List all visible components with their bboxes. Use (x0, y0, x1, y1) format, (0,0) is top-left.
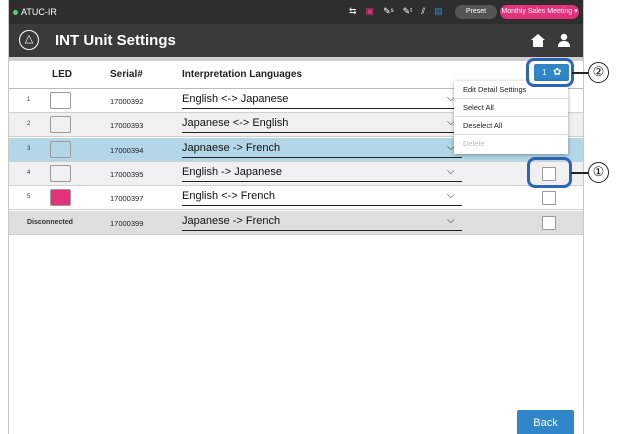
chevron-down-icon[interactable]: ⌵ (447, 190, 455, 201)
page-title: INT Unit Settings (55, 32, 176, 49)
serial-number: 17000397 (110, 194, 144, 204)
led-button[interactable] (50, 116, 71, 134)
user-icon[interactable] (557, 33, 571, 47)
title-bar: △ INT Unit Settings (9, 24, 583, 57)
language-value: English <-> French (182, 190, 275, 203)
menu-item-select-all[interactable]: Select All (454, 99, 568, 117)
led-button[interactable] (50, 92, 71, 109)
language-select[interactable]: English <-> Japanese (182, 92, 462, 109)
back-button[interactable]: Back (517, 410, 574, 434)
row-number: 1 (27, 97, 31, 103)
language-value: Japnaese -> French (182, 141, 281, 154)
row-number: 4 (27, 169, 31, 176)
language-value: Japanese <-> English (182, 117, 289, 130)
led-button[interactable] (50, 164, 71, 182)
mic-in-icon: ✎ˢ (383, 6, 394, 16)
serial-number: 17000392 (110, 97, 144, 106)
language-value: English -> Japanese (182, 165, 282, 178)
serial-column-header: Serial# (110, 69, 143, 80)
row-number: 5 (27, 194, 31, 201)
mic-record-icon: ▤ (434, 6, 443, 16)
callout-box-1 (527, 157, 572, 188)
preset-badge[interactable]: Preset (455, 5, 497, 19)
language-select[interactable]: Japnaese -> French (182, 141, 462, 158)
menu-item-delete[interactable]: Delete (454, 135, 568, 153)
callout-leader-1 (571, 172, 588, 174)
row-number: 2 (27, 121, 31, 128)
device-indicator: ATUC-IR (13, 7, 57, 17)
row-number: 3 (27, 145, 31, 152)
language-value: Japanese -> French (182, 214, 281, 227)
serial-number: 17000399 (110, 218, 144, 228)
language-value: English <-> Japanese (182, 93, 289, 105)
callout-box-2 (526, 58, 574, 87)
record-icon: ▣ (365, 6, 375, 16)
app-window: ATUC-IR ⇆ ▣ ✎ˢ ✎ᵗ ⫽ ▤ Preset Monthly Sal… (8, 0, 584, 434)
row-checkbox[interactable] (542, 191, 556, 206)
led-button[interactable] (50, 189, 71, 207)
context-menu: Edit Detail Settings Select All Deselect… (454, 81, 568, 154)
usb-icon: ⇆ (349, 6, 357, 16)
status-bar: ATUC-IR ⇆ ▣ ✎ˢ ✎ᵗ ⫽ ▤ Preset Monthly Sal… (9, 0, 583, 24)
serial-number: 17000393 (110, 121, 144, 131)
language-select[interactable]: Japanese <-> English (182, 116, 462, 134)
table-row[interactable]: Disconnected 17000399 Japanese -> French ⌵ (9, 210, 583, 235)
table-row[interactable]: 5 17000397 English <-> French ⌵ (9, 186, 583, 211)
connection-dot-icon (13, 9, 18, 15)
callout-marker-1: ① (588, 162, 609, 183)
language-select[interactable]: English <-> French (182, 189, 462, 207)
menu-item-deselect-all[interactable]: Deselect All (454, 117, 568, 135)
mic-out-icon: ✎ᵗ (402, 6, 413, 16)
row-checkbox[interactable] (542, 215, 556, 230)
serial-number: 17000395 (110, 169, 144, 179)
chevron-down-icon[interactable]: ⌵ (447, 166, 455, 177)
table-row[interactable]: 4 17000395 English -> Japanese ⌵ (9, 161, 583, 186)
meeting-selector[interactable]: Monthly Sales Meeting ▾ (500, 5, 579, 19)
callout-leader-2 (572, 72, 588, 74)
logo-icon: △ (19, 30, 39, 50)
led-column-header: LED (52, 69, 72, 80)
callout-marker-2: ② (588, 62, 609, 83)
home-icon[interactable] (531, 34, 545, 47)
led-button[interactable] (50, 140, 71, 158)
chevron-down-icon[interactable]: ⌵ (447, 215, 455, 226)
device-name: ATUC-IR (21, 7, 57, 17)
languages-column-header: Interpretation Languages (182, 69, 303, 80)
mic-all-icon: ⫽ (421, 6, 426, 16)
row-number: Disconnected (27, 218, 73, 226)
serial-number: 17000394 (110, 145, 144, 155)
language-select[interactable]: Japanese -> French (182, 214, 462, 231)
status-icons: ⇆ ▣ ✎ˢ ✎ᵗ ⫽ ▤ (349, 6, 443, 17)
language-select[interactable]: English -> Japanese (182, 165, 462, 182)
